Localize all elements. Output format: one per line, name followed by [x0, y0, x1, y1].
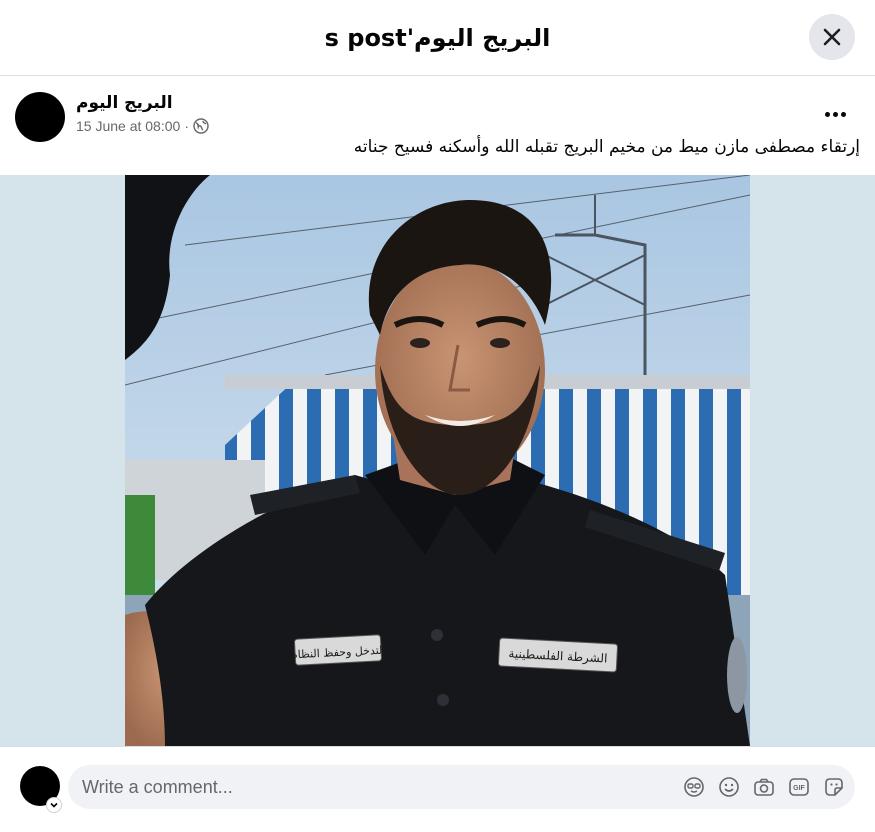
post-dialog: البريج اليوم's post البريج اليوم 15 June… [0, 0, 875, 832]
more-dot [840, 111, 846, 117]
post-header: البريج اليوم 15 June at 08:00 · إرتقاء م… [0, 76, 875, 175]
close-icon [823, 28, 841, 46]
comment-tools: GIF [683, 776, 845, 798]
more-options-icon [824, 111, 830, 117]
close-button[interactable] [809, 14, 855, 60]
comment-composer: GIF [0, 746, 875, 832]
photo-container: التدخل وحفظ النظام الشرطة الفلسطينية [0, 175, 875, 746]
comment-input[interactable] [82, 776, 642, 798]
post-caption: إرتقاء مصطفى مازن ميط من مخيم البريج تقب… [353, 137, 860, 157]
emoji-icon[interactable] [718, 776, 740, 798]
post-photo[interactable]: التدخل وحفظ النظام الشرطة الفلسطينية [125, 175, 750, 746]
chevron-down-icon[interactable] [46, 797, 62, 813]
dialog-title: البريج اليوم's post [324, 23, 551, 52]
post-timestamp[interactable]: 15 June at 08:00 [76, 118, 180, 134]
gif-label: GIF [793, 785, 805, 792]
more-options-button[interactable] [817, 102, 853, 126]
photo-illustration: التدخل وحفظ النظام الشرطة الفلسطينية [125, 175, 750, 746]
author-name[interactable]: البريج اليوم [76, 93, 173, 113]
gif-icon[interactable]: GIF [788, 776, 810, 798]
dialog-header: البريج اليوم's post [0, 0, 875, 76]
camera-icon[interactable] [753, 776, 775, 798]
author-avatar[interactable] [15, 92, 65, 142]
comment-input-box[interactable]: GIF [68, 765, 855, 809]
meta-separator: · [184, 118, 189, 134]
sticker-icon[interactable] [823, 776, 845, 798]
post-meta: 15 June at 08:00 · [76, 118, 209, 134]
globe-icon[interactable] [193, 118, 209, 134]
more-dot [832, 111, 838, 117]
avatar-sticker-icon[interactable] [683, 776, 705, 798]
